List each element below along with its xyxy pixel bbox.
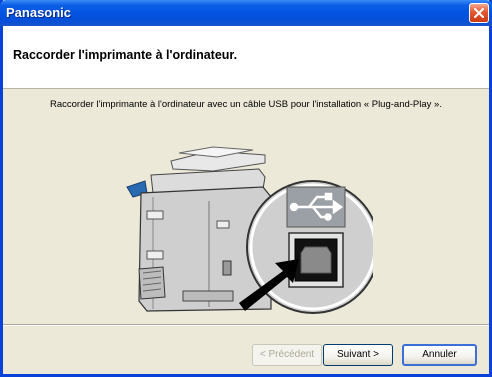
close-icon (474, 8, 484, 18)
installer-window: Panasonic Raccorder l'imprimante à l'ord… (0, 0, 492, 377)
page-title: Raccorder l'imprimante à l'ordinateur. (13, 48, 238, 62)
wizard-header: Raccorder l'imprimante à l'ordinateur. (3, 26, 489, 89)
next-button[interactable]: Suivant > (323, 344, 393, 366)
window-title: Panasonic (6, 5, 72, 20)
printer-usb-illustration (126, 146, 373, 314)
previous-button[interactable]: < Précédent (252, 344, 322, 366)
close-button[interactable] (469, 3, 489, 23)
wizard-content: Raccorder l'imprimante à l'ordinateur av… (3, 89, 489, 324)
title-bar[interactable]: Panasonic (0, 0, 492, 26)
button-separator (3, 324, 489, 326)
usb-port (300, 246, 332, 274)
instruction-text: Raccorder l'imprimante à l'ordinateur av… (50, 99, 442, 110)
cancel-button[interactable]: Annuler (402, 344, 477, 366)
